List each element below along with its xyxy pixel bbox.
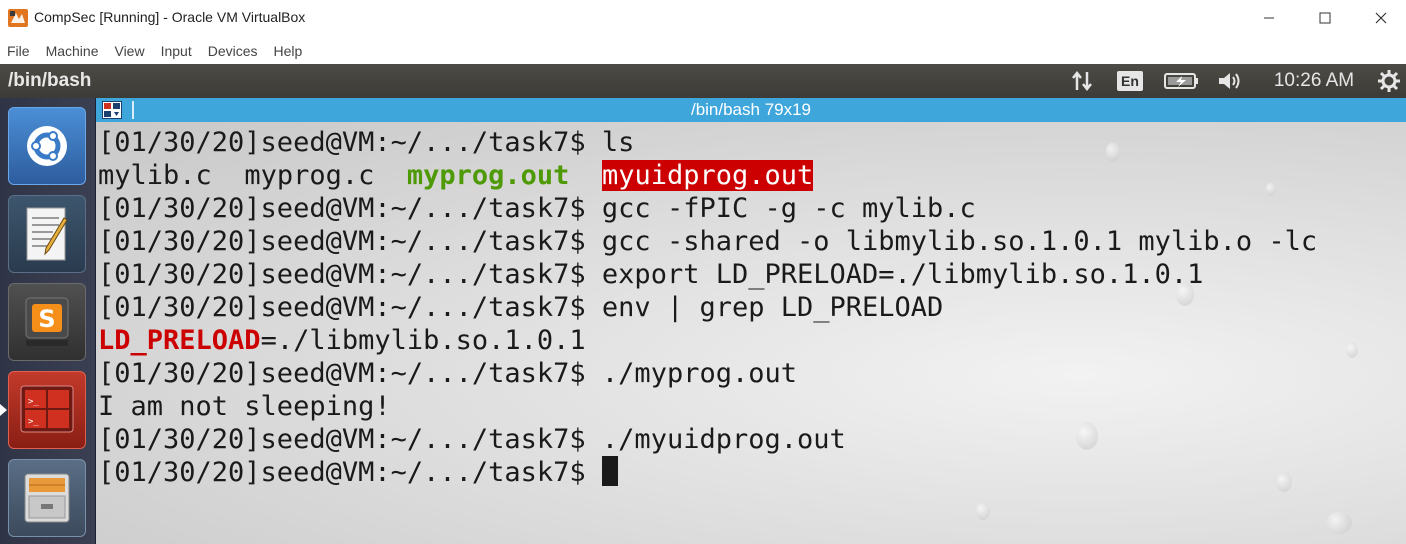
launcher-text-editor-button[interactable] xyxy=(8,195,86,273)
svg-text:>_: >_ xyxy=(28,417,39,427)
shell-prompt: [01/30/20]seed@VM:~/.../task7$ xyxy=(98,358,602,389)
minimize-icon xyxy=(1264,17,1274,19)
menu-input[interactable]: Input xyxy=(161,43,192,59)
terminal-line: [01/30/20]seed@VM:~/.../task7$ xyxy=(98,456,1317,489)
terminal-line: mylib.c myprog.c myprog.out myuidprog.ou… xyxy=(98,159,1317,192)
vbox-menubar: File Machine View Input Devices Help xyxy=(0,38,1406,64)
host-window-titlebar: CompSec [Running] - Oracle VM VirtualBox xyxy=(0,0,1406,36)
terminal-output-area[interactable]: [01/30/20]seed@VM:~/.../task7$ ls mylib.c… xyxy=(96,122,1406,544)
program-output: I am not sleeping! xyxy=(98,391,391,422)
terminal-line: I am not sleeping! xyxy=(98,390,1317,423)
text-editor-icon xyxy=(26,207,68,261)
minimize-button[interactable] xyxy=(1246,0,1292,36)
terminal-line: [01/30/20]seed@VM:~/.../task7$ gcc -fPIC… xyxy=(98,192,1317,225)
session-menu[interactable] xyxy=(1374,64,1404,98)
menu-help[interactable]: Help xyxy=(274,43,303,59)
maximize-button[interactable] xyxy=(1302,0,1348,36)
shell-prompt: [01/30/20]seed@VM:~/.../task7$ xyxy=(98,292,602,323)
svg-text:S: S xyxy=(38,305,55,333)
shell-prompt: [01/30/20]seed@VM:~/.../task7$ xyxy=(98,457,602,488)
panel-app-title: /bin/bash xyxy=(8,70,92,91)
text-cursor xyxy=(601,456,618,486)
shell-command: ls xyxy=(601,127,635,158)
shell-prompt: [01/30/20]seed@VM:~/.../task7$ xyxy=(98,127,602,158)
wallpaper-raindrop xyxy=(1326,512,1352,534)
network-icon xyxy=(1072,70,1092,92)
terminal-line: [01/30/20]seed@VM:~/.../task7$ export LD… xyxy=(98,258,1317,291)
shell-command: gcc -shared -o libmylib.so.1.0.1 mylib.o… xyxy=(601,226,1318,257)
menu-file[interactable]: File xyxy=(7,43,30,59)
dash-icon xyxy=(27,126,67,166)
network-indicator[interactable] xyxy=(1066,64,1098,98)
close-button[interactable] xyxy=(1358,0,1404,36)
terminal-icon: >_ >_ xyxy=(20,385,74,433)
terminal-line: [01/30/20]seed@VM:~/.../task7$ env | gre… xyxy=(98,291,1317,324)
panel-clock[interactable]: 10:26 AM xyxy=(1266,64,1362,98)
menu-devices[interactable]: Devices xyxy=(208,43,258,59)
wallpaper-raindrop xyxy=(976,502,990,520)
shell-command: env | grep LD_PRELOAD xyxy=(601,292,944,323)
terminal-titlebar: /bin/bash 79x19 xyxy=(96,98,1406,122)
keyboard-language-label: En xyxy=(1117,71,1143,91)
unity-launcher: S >_ >_ xyxy=(0,98,96,544)
launcher-active-indicator xyxy=(0,404,7,416)
grep-match: LD_PRELOAD xyxy=(98,325,261,356)
terminal-line: LD_PRELOAD=./libmylib.so.1.0.1 xyxy=(98,324,1317,357)
virtualbox-app-icon xyxy=(8,9,28,27)
battery-indicator[interactable] xyxy=(1162,64,1202,98)
ls-entry: myprog.c xyxy=(244,160,375,191)
launcher-terminal-button[interactable]: >_ >_ xyxy=(8,371,86,449)
ls-entry: myprog.out xyxy=(406,160,570,191)
shell-command: ./myuidprog.out xyxy=(601,424,846,455)
launcher-dash-button[interactable] xyxy=(8,107,86,185)
shell-command: gcc -fPIC -g -c mylib.c xyxy=(601,193,976,224)
maximize-icon xyxy=(1319,12,1331,24)
menu-view[interactable]: View xyxy=(114,43,144,59)
terminal-line: [01/30/20]seed@VM:~/.../task7$ ls xyxy=(98,126,1317,159)
shell-prompt: [01/30/20]seed@VM:~/.../task7$ xyxy=(98,424,602,455)
grep-line-rest: =./libmylib.so.1.0.1 xyxy=(260,325,586,356)
ls-entry: mylib.c xyxy=(98,160,212,191)
keyboard-language-indicator[interactable]: En xyxy=(1114,64,1146,98)
volume-indicator[interactable] xyxy=(1214,64,1248,98)
volume-icon xyxy=(1219,73,1240,89)
ls-entry: myuidprog.out xyxy=(601,160,814,191)
terminal-lines: [01/30/20]seed@VM:~/.../task7$ ls mylib.c… xyxy=(98,126,1317,489)
window-title: CompSec [Running] - Oracle VM VirtualBox xyxy=(34,9,306,25)
menu-machine[interactable]: Machine xyxy=(46,43,99,59)
shell-command: ./myprog.out xyxy=(601,358,797,389)
terminal-line: [01/30/20]seed@VM:~/.../task7$ ./myuidpr… xyxy=(98,423,1317,456)
shell-prompt: [01/30/20]seed@VM:~/.../task7$ xyxy=(98,259,602,290)
shell-prompt: [01/30/20]seed@VM:~/.../task7$ xyxy=(98,226,602,257)
shell-prompt: [01/30/20]seed@VM:~/.../task7$ xyxy=(98,193,602,224)
launcher-sublime-text-button[interactable]: S xyxy=(8,283,86,361)
launcher-file-manager-button[interactable] xyxy=(8,459,86,537)
settings-gear-icon xyxy=(1378,70,1400,92)
wallpaper-raindrop xyxy=(1346,342,1358,358)
shell-command: export LD_PRELOAD=./libmylib.so.1.0.1 xyxy=(601,259,1204,290)
svg-text:>_: >_ xyxy=(28,397,39,407)
terminal-line: [01/30/20]seed@VM:~/.../task7$ ./myprog.… xyxy=(98,357,1317,390)
file-manager-icon xyxy=(24,473,70,523)
terminal-line: [01/30/20]seed@VM:~/.../task7$ gcc -shar… xyxy=(98,225,1317,258)
ubuntu-top-panel: /bin/bash En 10:26 AM xyxy=(0,64,1406,98)
terminal-title: /bin/bash 79x19 xyxy=(690,100,812,119)
close-icon xyxy=(1375,12,1387,24)
sublime-text-icon: S xyxy=(25,297,69,346)
battery-icon xyxy=(1164,73,1198,89)
